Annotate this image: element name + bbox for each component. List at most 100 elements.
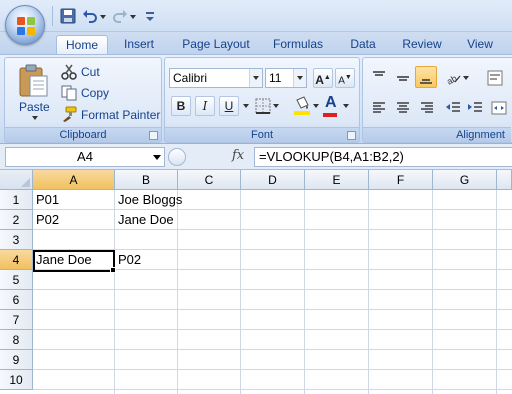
bold-button[interactable]: B (171, 96, 191, 116)
gridline-vertical (304, 190, 305, 394)
formula-bar-expand-handle[interactable] (168, 148, 186, 166)
cell-a4[interactable]: Jane Doe (33, 250, 115, 270)
column-header-c[interactable]: C (178, 170, 241, 190)
font-size-combo[interactable]: 11 (265, 68, 307, 88)
align-bottom-icon (420, 79, 432, 84)
gridline-horizontal (33, 349, 512, 350)
formula-bar: A4 fx =VLOOKUP(B4,A1:B2,2) (0, 144, 512, 170)
tab-view[interactable]: View (458, 35, 502, 54)
select-all-button[interactable] (0, 170, 33, 190)
font-name-dropdown-icon[interactable] (249, 69, 262, 87)
office-button[interactable] (5, 5, 45, 45)
font-color-swatch (323, 113, 337, 117)
font-size-value: 11 (269, 71, 282, 85)
font-color-dropdown-icon[interactable] (343, 104, 349, 108)
cell-a2[interactable]: P02 (33, 210, 115, 230)
align-top-icon[interactable] (371, 70, 387, 86)
name-box[interactable]: A4 (5, 147, 165, 167)
customize-qat-icon[interactable] (142, 8, 158, 24)
borders-icon[interactable] (255, 98, 271, 114)
cell-b4[interactable]: P02 (115, 250, 178, 270)
row-header-7[interactable]: 7 (0, 310, 33, 330)
align-bottom-button[interactable] (415, 66, 437, 88)
tab-page-layout[interactable]: Page Layout (176, 35, 256, 54)
column-header-b[interactable]: B (115, 170, 178, 190)
tab-insert[interactable]: Insert (114, 35, 164, 54)
save-icon[interactable] (60, 8, 76, 24)
worksheet-grid[interactable]: A B C D E F G 1 2 3 4 5 6 7 8 9 10 P01 J… (0, 170, 512, 394)
row-header-2[interactable]: 2 (0, 210, 33, 230)
underline-dropdown-icon[interactable] (243, 104, 249, 108)
row-header-8[interactable]: 8 (0, 330, 33, 350)
font-name-value: Calibri (173, 71, 208, 85)
align-center-icon[interactable] (395, 100, 411, 116)
italic-button[interactable]: I (195, 96, 215, 116)
redo-icon[interactable] (112, 8, 128, 24)
insert-function-icon[interactable]: fx (232, 148, 250, 166)
row-header-1[interactable]: 1 (0, 190, 33, 210)
cut-icon[interactable] (61, 64, 77, 80)
row-header-3[interactable]: 3 (0, 230, 33, 250)
paste-button[interactable]: Paste (19, 100, 50, 114)
decrease-indent-icon[interactable] (445, 100, 461, 116)
fill-color-icon[interactable] (293, 96, 311, 116)
formula-input[interactable]: =VLOOKUP(B4,A1:B2,2) (254, 147, 512, 167)
font-group-label: Font (165, 127, 359, 142)
align-left-icon[interactable] (371, 100, 387, 116)
alignment-group: ab Alignment (362, 57, 512, 143)
orientation-dropdown-icon[interactable] (463, 76, 469, 80)
column-header-a[interactable]: A (33, 170, 115, 190)
redo-dropdown-icon[interactable] (130, 15, 136, 19)
font-size-dropdown-icon[interactable] (293, 69, 306, 87)
font-name-combo[interactable]: Calibri (169, 68, 263, 88)
copy-icon[interactable] (61, 85, 77, 101)
grow-font-button[interactable]: A▲ (313, 68, 333, 88)
undo-icon[interactable] (82, 8, 98, 24)
underline-button[interactable]: U (219, 96, 239, 116)
format-painter-button[interactable]: Format Painter (81, 108, 160, 122)
paste-icon[interactable] (17, 62, 49, 98)
fill-color-dropdown-icon[interactable] (313, 104, 319, 108)
paste-dropdown-icon[interactable] (32, 116, 38, 120)
wrap-text-icon[interactable] (487, 70, 503, 86)
column-header-partial[interactable] (497, 170, 512, 190)
name-box-value: A4 (77, 149, 93, 164)
tab-data[interactable]: Data (340, 35, 386, 54)
tab-review[interactable]: Review (394, 35, 450, 54)
gridline-horizontal (33, 369, 512, 370)
borders-dropdown-icon[interactable] (273, 104, 279, 108)
undo-dropdown-icon[interactable] (100, 15, 106, 19)
column-header-g[interactable]: G (433, 170, 497, 190)
clipboard-launcher-icon[interactable] (149, 131, 158, 140)
fill-handle[interactable] (110, 267, 116, 273)
row-header-9[interactable]: 9 (0, 350, 33, 370)
row-header-5[interactable]: 5 (0, 270, 33, 290)
increase-indent-icon[interactable] (467, 100, 483, 116)
align-right-icon[interactable] (419, 100, 435, 116)
tab-formulas[interactable]: Formulas (266, 35, 330, 54)
shrink-font-button[interactable]: A▼ (335, 68, 355, 88)
cut-button[interactable]: Cut (81, 65, 100, 79)
orientation-icon[interactable]: ab (445, 70, 461, 86)
title-bar (0, 0, 512, 32)
font-color-button[interactable]: A (325, 94, 337, 112)
row-header-6[interactable]: 6 (0, 290, 33, 310)
cell-b2[interactable]: Jane Doe (115, 210, 178, 230)
gridline-vertical (496, 190, 497, 394)
column-header-e[interactable]: E (305, 170, 369, 190)
font-launcher-icon[interactable] (347, 131, 356, 140)
align-middle-icon[interactable] (395, 70, 411, 86)
format-painter-icon[interactable] (61, 106, 77, 122)
merge-center-icon[interactable] (491, 100, 507, 116)
cell-b1[interactable]: Joe Bloggs (115, 190, 182, 210)
row-header-10[interactable]: 10 (0, 370, 33, 390)
copy-button[interactable]: Copy (81, 86, 109, 100)
column-header-f[interactable]: F (369, 170, 433, 190)
alignment-group-label: Alignment (363, 127, 511, 142)
name-box-dropdown-icon[interactable] (153, 155, 161, 160)
row-header-4[interactable]: 4 (0, 250, 33, 270)
gridline-horizontal (33, 329, 512, 330)
cell-a1[interactable]: P01 (33, 190, 115, 210)
tab-home[interactable]: Home (56, 35, 108, 54)
column-header-d[interactable]: D (241, 170, 305, 190)
